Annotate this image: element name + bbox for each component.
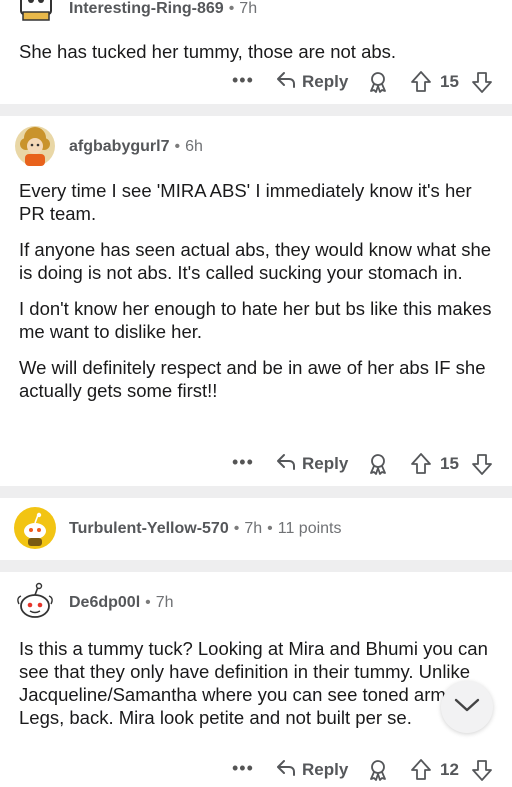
upvote-arrow-icon[interactable] xyxy=(410,452,432,481)
reply-button[interactable]: Reply xyxy=(276,70,348,94)
comment-divider xyxy=(0,486,512,498)
comment-paragraph: I don't know her enough to hate her but … xyxy=(19,298,492,342)
chevron-down-icon xyxy=(454,697,480,718)
reply-button[interactable]: Reply xyxy=(276,758,348,782)
avatar[interactable] xyxy=(13,506,57,550)
reply-arrow-icon xyxy=(276,71,296,94)
comment-body: Is this a tummy tuck? Looking at Mira an… xyxy=(19,637,499,742)
more-options-icon[interactable]: ••• xyxy=(232,70,254,91)
username[interactable]: Interesting-Ring-869 xyxy=(69,0,224,17)
comment-3-collapsed[interactable]: Turbulent-Yellow-570 • 7h • 11 points xyxy=(0,498,512,558)
more-options-icon[interactable]: ••• xyxy=(232,452,254,473)
award-icon[interactable] xyxy=(366,70,390,99)
comment-body: Every time I see 'MIRA ABS' I immediatel… xyxy=(19,179,499,415)
scroll-down-button[interactable] xyxy=(441,681,493,733)
comment-actions: ••• Reply 15 xyxy=(0,448,512,480)
award-icon[interactable] xyxy=(366,758,390,787)
award-icon[interactable] xyxy=(366,452,390,481)
comment-header: Turbulent-Yellow-570 • 7h • 11 points xyxy=(0,506,512,554)
comment-paragraph: We will definitely respect and be in awe… xyxy=(19,357,486,401)
comment-paragraph: Every time I see 'MIRA ABS' I immediatel… xyxy=(19,180,472,224)
avatar[interactable] xyxy=(13,124,57,168)
vote-score: 15 xyxy=(440,454,459,473)
comment-actions: ••• Reply 15 xyxy=(0,66,512,98)
reply-label: Reply xyxy=(302,454,349,473)
reply-arrow-icon xyxy=(276,759,296,782)
comment-divider xyxy=(0,104,512,116)
comment-header: afgbabygurl7 • 6h xyxy=(0,124,512,172)
timestamp: 7h xyxy=(239,0,258,17)
timestamp: 6h xyxy=(185,138,203,155)
points: 11 points xyxy=(277,520,342,537)
comment-1: Interesting-Ring-869 • 7h She has tucked h… xyxy=(0,0,512,104)
upvote-arrow-icon[interactable] xyxy=(410,70,432,99)
reply-arrow-icon xyxy=(276,453,296,476)
timestamp: 7h xyxy=(155,594,174,611)
comment-header: De6dp00l • 7h xyxy=(0,580,512,628)
more-options-icon[interactable]: ••• xyxy=(232,758,254,779)
reply-label: Reply xyxy=(302,760,349,779)
username[interactable]: Turbulent-Yellow-570 xyxy=(69,520,229,537)
comment-header: Interesting-Ring-869 • 7h xyxy=(0,0,512,34)
username[interactable]: De6dp00l xyxy=(69,594,140,611)
avatar[interactable] xyxy=(13,580,57,624)
comment-author[interactable]: afgbabygurl7 • 6h xyxy=(69,138,203,156)
username[interactable]: afgbabygurl7 xyxy=(69,138,169,155)
vote-score: 12 xyxy=(440,760,459,779)
upvote-arrow-icon[interactable] xyxy=(410,758,432,787)
reply-button[interactable]: Reply xyxy=(276,452,348,476)
comment-author[interactable]: De6dp00l • 7h xyxy=(69,594,174,612)
vote-score: 15 xyxy=(440,72,459,91)
reply-label: Reply xyxy=(302,72,349,91)
downvote-arrow-icon[interactable] xyxy=(471,758,493,787)
comment-author[interactable]: Turbulent-Yellow-570 • 7h • 11 points xyxy=(69,520,342,538)
comment-actions: ••• Reply 12 xyxy=(0,754,512,786)
timestamp: 7h xyxy=(244,520,263,537)
comment-paragraph: If anyone has seen actual abs, they woul… xyxy=(19,239,492,283)
comment-paragraph: She has tucked her tummy, those are not … xyxy=(19,41,397,62)
comment-author[interactable]: Interesting-Ring-869 • 7h xyxy=(69,0,257,18)
comment-2: afgbabygurl7 • 6h Every time I see 'MIRA A… xyxy=(0,116,512,486)
avatar[interactable] xyxy=(13,0,57,30)
comment-4: De6dp00l • 7h Is this a tummy tuck? Lookin… xyxy=(0,572,512,781)
downvote-arrow-icon[interactable] xyxy=(471,452,493,481)
downvote-arrow-icon[interactable] xyxy=(471,70,493,99)
comment-paragraph: Is this a tummy tuck? Looking at Mira an… xyxy=(19,638,488,728)
comment-divider xyxy=(0,560,512,572)
